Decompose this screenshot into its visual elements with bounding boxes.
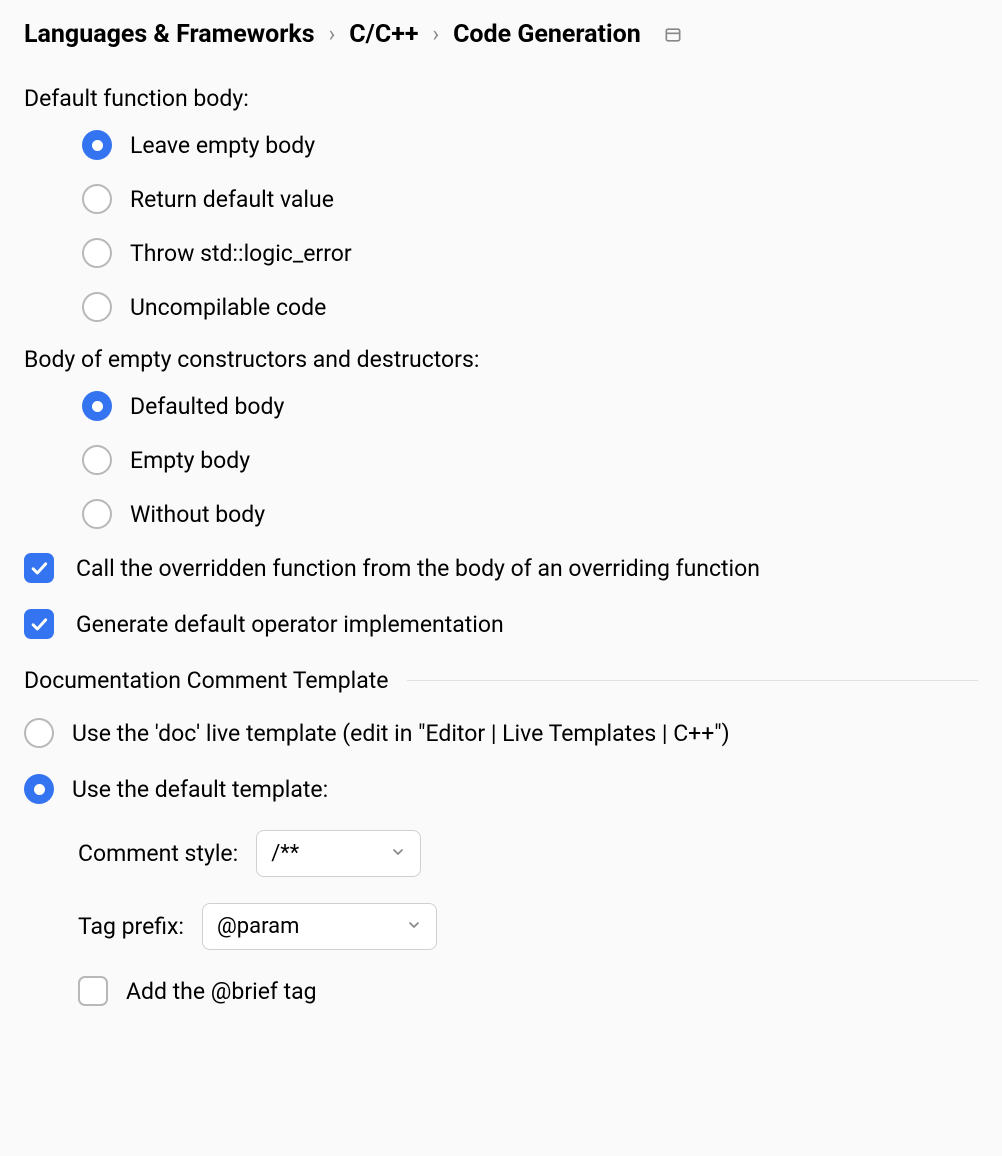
breadcrumb-item-3[interactable]: Code Generation [453, 20, 641, 49]
divider [407, 680, 979, 681]
checkbox-icon [78, 976, 108, 1006]
breadcrumb: Languages & Frameworks › C/C++ › Code Ge… [24, 20, 978, 49]
radio-label: Use the 'doc' live template (edit in "Ed… [72, 720, 730, 747]
breadcrumb-item-1[interactable]: Languages & Frameworks [24, 20, 315, 49]
default-function-body-label: Default function body: [24, 85, 978, 112]
radio-icon [82, 238, 112, 268]
constructor-body-label: Body of empty constructors and destructo… [24, 346, 978, 373]
combo-value: @param [217, 914, 299, 939]
constructor-body-group: Defaulted body Empty body Without body [82, 391, 978, 529]
radio-label: Use the default template: [72, 776, 328, 803]
radio-label: Throw std::logic_error [130, 240, 352, 267]
radio-label: Uncompilable code [130, 294, 326, 321]
radio-leave-empty-body[interactable]: Leave empty body [82, 130, 978, 160]
radio-icon [82, 292, 112, 322]
checkbox-label: Generate default operator implementation [76, 611, 504, 638]
radio-label: Leave empty body [130, 132, 315, 159]
checkbox-label: Call the overridden function from the bo… [76, 555, 760, 582]
radio-icon [24, 774, 54, 804]
checkbox-label: Add the @brief tag [126, 978, 317, 1005]
radio-uncompilable-code[interactable]: Uncompilable code [82, 292, 978, 322]
window-icon[interactable] [661, 23, 685, 47]
radio-icon [82, 184, 112, 214]
radio-label: Return default value [130, 186, 334, 213]
section-header-text: Documentation Comment Template [24, 667, 389, 694]
radio-icon [82, 499, 112, 529]
combo-value: /** [271, 841, 299, 866]
tag-prefix-row: Tag prefix: @param [78, 903, 978, 950]
doc-template-header: Documentation Comment Template [24, 667, 978, 694]
radio-use-live-template[interactable]: Use the 'doc' live template (edit in "Ed… [24, 718, 978, 748]
checkbox-call-overridden[interactable]: Call the overridden function from the bo… [24, 553, 978, 583]
chevron-down-icon [390, 841, 406, 866]
radio-defaulted-body[interactable]: Defaulted body [82, 391, 978, 421]
radio-empty-body[interactable]: Empty body [82, 445, 978, 475]
checkbox-icon [24, 553, 54, 583]
comment-style-combo[interactable]: /** [256, 830, 421, 877]
radio-icon [82, 391, 112, 421]
radio-without-body[interactable]: Without body [82, 499, 978, 529]
radio-label: Defaulted body [130, 393, 284, 420]
breadcrumb-item-2[interactable]: C/C++ [349, 20, 418, 49]
radio-use-default-template[interactable]: Use the default template: [24, 774, 978, 804]
chevron-right-icon: › [329, 22, 336, 47]
chevron-down-icon [406, 914, 422, 939]
default-function-body-group: Leave empty body Return default value Th… [82, 130, 978, 322]
radio-return-default-value[interactable]: Return default value [82, 184, 978, 214]
radio-icon [82, 130, 112, 160]
tag-prefix-label: Tag prefix: [78, 913, 184, 940]
chevron-right-icon: › [432, 22, 439, 47]
checkbox-add-brief-tag[interactable]: Add the @brief tag [78, 976, 978, 1006]
radio-icon [24, 718, 54, 748]
radio-icon [82, 445, 112, 475]
checkbox-icon [24, 609, 54, 639]
comment-style-row: Comment style: /** [78, 830, 978, 877]
radio-label: Without body [130, 501, 265, 528]
comment-style-label: Comment style: [78, 840, 238, 867]
tag-prefix-combo[interactable]: @param [202, 903, 437, 950]
radio-throw-logic-error[interactable]: Throw std::logic_error [82, 238, 978, 268]
radio-label: Empty body [130, 447, 250, 474]
checkbox-generate-default-operator[interactable]: Generate default operator implementation [24, 609, 978, 639]
default-template-sub-options: Comment style: /** Tag prefix: @param Ad… [78, 830, 978, 1006]
